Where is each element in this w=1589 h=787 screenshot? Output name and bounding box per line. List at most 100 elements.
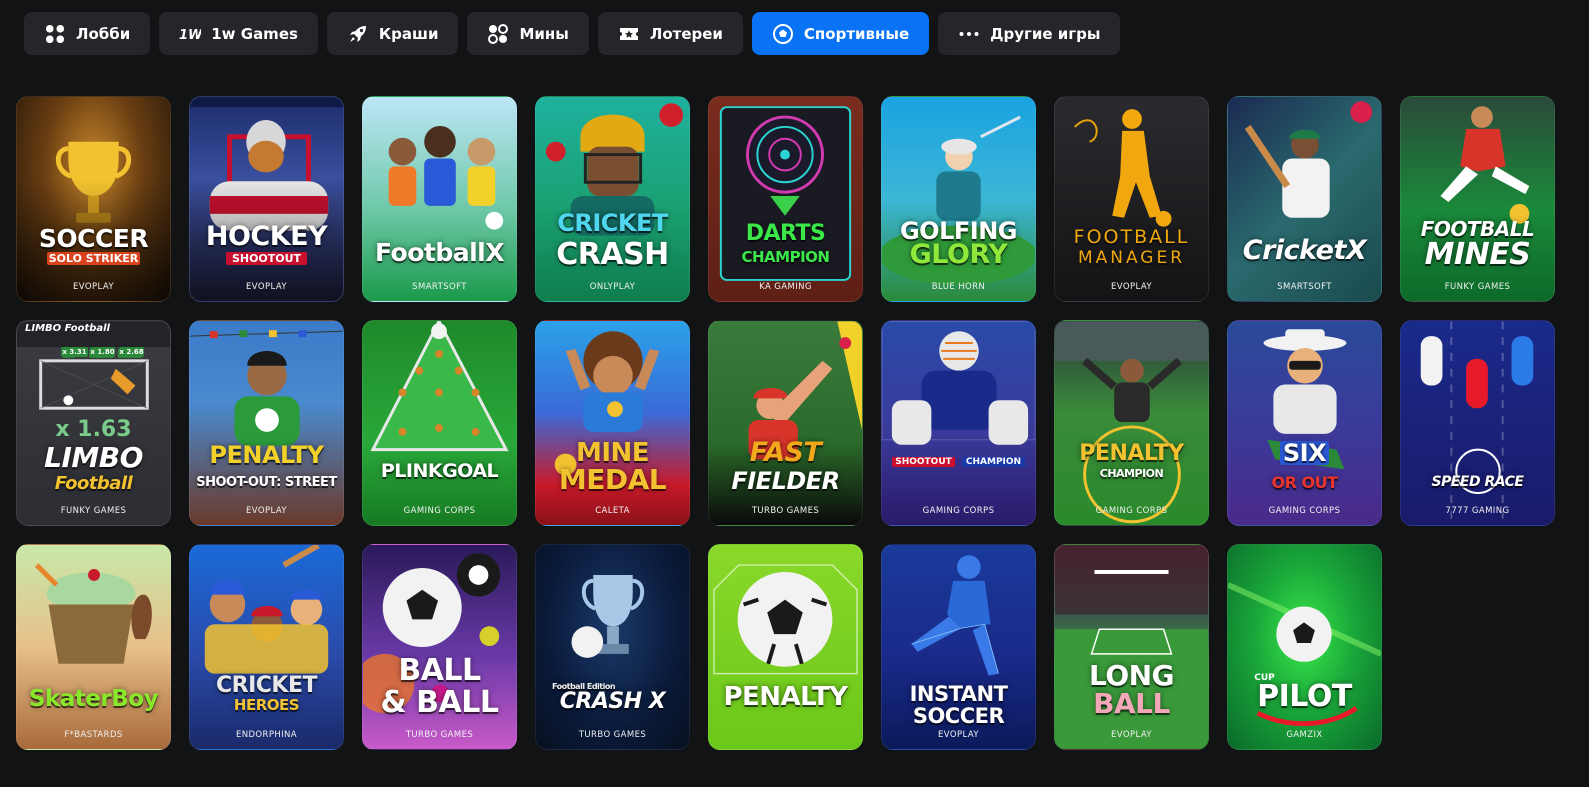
tab-crashes[interactable]: Краши bbox=[326, 12, 459, 55]
game-title: FootballX bbox=[374, 237, 505, 267]
game-card-footballx[interactable]: FootballX SMARTSOFT bbox=[362, 96, 517, 302]
game-subtitle: MEDAL bbox=[558, 463, 667, 497]
soccer-ball-artwork bbox=[1228, 582, 1381, 727]
cricketer-artwork bbox=[1244, 101, 1373, 218]
game-card-limbo-football[interactable]: LIMBO Football x 3.31 x 1.80 x 2.68 x 1.… bbox=[16, 320, 171, 526]
grid-icon bbox=[44, 23, 66, 45]
game-card-mine-medal[interactable]: MINE MEDAL CALETA bbox=[535, 320, 690, 526]
game-card-cup-pilot[interactable]: CUP PILOT GAMZIX bbox=[1227, 544, 1382, 750]
cupcake-artwork bbox=[34, 563, 152, 664]
tab-other-games[interactable]: Другие игры bbox=[938, 12, 1121, 55]
game-card-fast-fielder[interactable]: FAST FIELDER TURBO GAMES bbox=[708, 320, 863, 526]
game-card-shootout-champion[interactable]: SHOOTOUT CHAMPION GAMING CORPS bbox=[881, 320, 1036, 526]
game-subtitle: BALL bbox=[1093, 687, 1170, 721]
game-card-long-ball[interactable]: LONG BALL EVOPLAY bbox=[1054, 544, 1209, 750]
game-provider: FUNKY GAMES bbox=[1444, 282, 1511, 292]
game-card-penalty-champion[interactable]: PENALTY CHAMPION GAMING CORPS bbox=[1054, 320, 1209, 526]
game-title: PENALTY bbox=[209, 440, 324, 469]
game-provider: GAMING CORPS bbox=[1095, 506, 1168, 516]
game-subtitle: Football bbox=[54, 472, 133, 494]
game-card-plinkgoal[interactable]: PLINKGOAL GAMING CORPS bbox=[362, 320, 517, 526]
game-subtitle: SHOOT-OUT: STREET bbox=[196, 474, 337, 490]
tab-label: Лобби bbox=[76, 24, 131, 43]
multiplier-chip-1: x 3.31 bbox=[61, 347, 88, 357]
game-provider: SMARTSOFT bbox=[412, 282, 467, 292]
game-card-cricketx[interactable]: CricketX SMARTSOFT bbox=[1227, 96, 1382, 302]
game-card-penalty-shootout-street[interactable]: PENALTY SHOOT-OUT: STREET EVOPLAY bbox=[189, 320, 344, 526]
game-subtitle: SHOOTOUT bbox=[226, 252, 307, 265]
game-provider: EVOPLAY bbox=[1111, 730, 1152, 740]
game-title: FAST bbox=[749, 437, 822, 469]
game-title: CRICKET bbox=[557, 208, 668, 237]
game-subtitle: SOLO STRIKER bbox=[47, 252, 140, 265]
game-title: BALL bbox=[398, 653, 481, 689]
game-card-speed-race[interactable]: SPEED RACE 7777 GAMING bbox=[1400, 320, 1555, 526]
game-provider: GAMZIX bbox=[1286, 730, 1323, 740]
game-card-golfing-glory[interactable]: GOLFING GLORY BLUE HORN bbox=[881, 96, 1036, 302]
tab-label: Мины bbox=[519, 24, 569, 43]
game-card-cricket-crash[interactable]: CRICKET CRASH ONLYPLAY bbox=[535, 96, 690, 302]
game-subtitle: CRASH bbox=[556, 237, 669, 273]
game-card-darts-champion[interactable]: DARTS CHAMPION KA GAMING bbox=[708, 96, 863, 302]
game-provider: BLUE HORN bbox=[931, 282, 986, 292]
multiplier-value: x 1.63 bbox=[55, 417, 132, 442]
game-card-skaterboy[interactable]: SkaterBoy F*BASTARDS bbox=[16, 544, 171, 750]
game-card-hockey-shootout[interactable]: HOCKEY SHOOTOUT EVOPLAY bbox=[189, 96, 344, 302]
tab-1w-games[interactable]: 1W 1w Games bbox=[159, 12, 318, 55]
ball-goal-artwork bbox=[713, 564, 858, 675]
game-card-crash-x[interactable]: Football Edition CRASH X TURBO GAMES bbox=[535, 544, 690, 750]
game-card-penalty[interactable]: PENALTY bbox=[708, 544, 863, 750]
game-subtitle: HEROES bbox=[233, 695, 300, 714]
game-card-cricket-heroes[interactable]: CRICKET HEROES ENDORPHINA bbox=[189, 544, 344, 750]
tab-label: Спортивные bbox=[803, 24, 910, 43]
street-footballer-artwork bbox=[190, 330, 343, 446]
game-title: SPEED RACE bbox=[1431, 473, 1525, 490]
tab-sports[interactable]: Спортивные bbox=[751, 12, 930, 55]
game-title: SHOOTOUT bbox=[892, 457, 955, 467]
limbo-logo: LIMBO Football bbox=[25, 323, 110, 334]
tab-label: Лотереи bbox=[649, 24, 723, 43]
tab-mines[interactable]: Мины bbox=[467, 12, 589, 55]
game-card-football-mines[interactable]: FOOTBALL MINES FUNKY GAMES bbox=[1400, 96, 1555, 302]
game-title: CRASH X bbox=[559, 688, 666, 714]
dartboard-artwork bbox=[719, 106, 852, 281]
game-subtitle: CHAMPION bbox=[962, 457, 1025, 467]
tab-lotteries[interactable]: Лотереи bbox=[597, 12, 743, 55]
game-title: SOCCER bbox=[38, 223, 149, 253]
game-provider: CALETA bbox=[595, 506, 630, 516]
game-subtitle: GLORY bbox=[909, 239, 1008, 271]
game-card-soccer-solo-striker[interactable]: SOCCER SOLO STRIKER EVOPLAY bbox=[16, 96, 171, 302]
game-title: SIX bbox=[1280, 440, 1329, 465]
golfer-artwork bbox=[882, 115, 1035, 285]
game-subtitle: MINES bbox=[1424, 237, 1531, 273]
game-card-instant-soccer[interactable]: INSTANT SOCCER EVOPLAY bbox=[881, 544, 1036, 750]
tab-lobby[interactable]: Лобби bbox=[24, 12, 151, 55]
footballer-silhouette-artwork bbox=[1074, 109, 1172, 227]
soccer-ball-icon bbox=[772, 23, 794, 45]
plinko-board-artwork bbox=[370, 321, 509, 452]
game-provider: ONLYPLAY bbox=[589, 282, 636, 292]
game-provider: 7777 GAMING bbox=[1445, 506, 1510, 516]
race-cars-artwork bbox=[1420, 321, 1534, 525]
game-provider: EVOPLAY bbox=[1111, 282, 1152, 292]
game-provider: GAMING CORPS bbox=[922, 506, 995, 516]
tab-label: Другие игры bbox=[990, 24, 1101, 43]
tab-label: Краши bbox=[378, 24, 439, 43]
game-title: CRICKET bbox=[216, 672, 318, 698]
game-card-ball-and-ball[interactable]: BALL & BALL TURBO GAMES bbox=[362, 544, 517, 750]
game-provider: ENDORPHINA bbox=[235, 730, 298, 740]
game-provider: TURBO GAMES bbox=[578, 730, 647, 740]
game-provider: EVOPLAY bbox=[246, 282, 287, 292]
game-card-football-manager[interactable]: FOOTBALL MANAGER EVOPLAY bbox=[1054, 96, 1209, 302]
tab-label: 1w Games bbox=[211, 24, 298, 43]
ticket-icon bbox=[618, 23, 640, 45]
game-subtitle: MANAGER bbox=[1077, 247, 1186, 268]
goalkeeper-artwork bbox=[1055, 321, 1208, 524]
rocket-icon bbox=[347, 23, 369, 45]
game-title: HOCKEY bbox=[205, 221, 328, 253]
game-card-six-or-out[interactable]: SIX OR OUT GAMING CORPS bbox=[1227, 320, 1382, 526]
game-title: CricketX bbox=[1242, 235, 1367, 267]
game-title: PLINKGOAL bbox=[380, 459, 499, 482]
game-title: PENALTY bbox=[1079, 440, 1184, 466]
multiplier-chip-2: x 1.80 bbox=[90, 347, 115, 357]
